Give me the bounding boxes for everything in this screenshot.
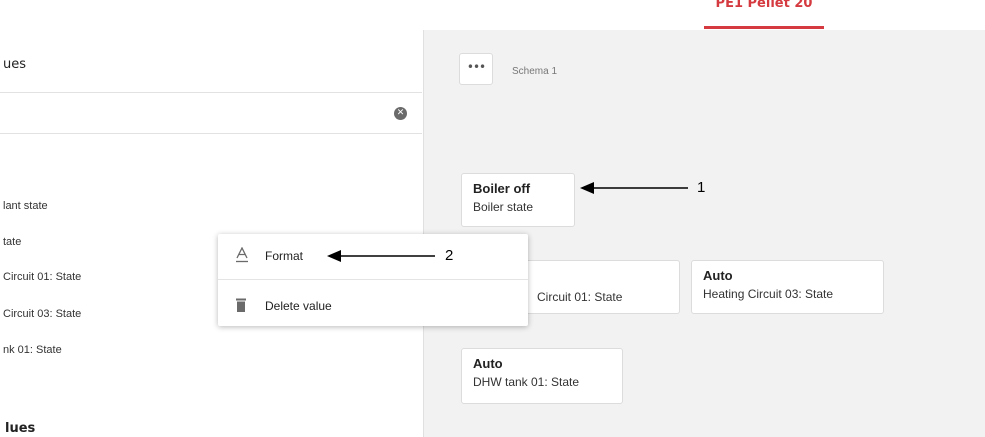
card-value: Auto bbox=[703, 268, 733, 283]
section-title: lues bbox=[5, 421, 36, 436]
value-card-dhw-tank[interactable]: Auto DHW tank 01: State bbox=[461, 348, 623, 404]
panel-title: ues bbox=[3, 57, 27, 72]
card-value: Boiler off bbox=[473, 181, 531, 196]
top-bar: PE1 Pellet 20 bbox=[0, 0, 985, 31]
value-card-circuit-03[interactable]: Auto Heating Circuit 03: State bbox=[691, 260, 884, 314]
list-item[interactable]: Circuit 03: State bbox=[3, 308, 81, 320]
value-card-boiler-state[interactable]: Boiler off Boiler state bbox=[461, 173, 575, 227]
callout-arrow-2 bbox=[327, 250, 435, 262]
trash-icon bbox=[235, 297, 249, 313]
callout-number-2: 2 bbox=[445, 247, 454, 264]
menu-item-label: Format bbox=[265, 249, 304, 263]
callout-arrow-1 bbox=[580, 182, 688, 194]
schema-name: Schema 1 bbox=[512, 66, 558, 77]
list-item[interactable]: tate bbox=[3, 236, 21, 248]
value-card-circuit-01[interactable]: Circuit 01: State bbox=[504, 260, 680, 314]
card-label: Boiler state bbox=[473, 200, 534, 214]
card-value: Auto bbox=[473, 356, 503, 371]
list-item[interactable]: nk 01: State bbox=[3, 344, 62, 356]
clear-circle-icon[interactable]: ✕ bbox=[394, 107, 407, 120]
card-label: Circuit 01: State bbox=[537, 290, 623, 304]
active-tab-indicator bbox=[704, 26, 824, 29]
more-options-button[interactable]: ••• bbox=[459, 53, 493, 85]
tab-device[interactable]: PE1 Pellet 20 bbox=[700, 0, 828, 18]
text-format-icon bbox=[235, 246, 249, 263]
list-item[interactable]: Circuit 01: State bbox=[3, 271, 81, 283]
callout-number-1: 1 bbox=[697, 179, 706, 196]
menu-divider bbox=[218, 279, 528, 280]
list-item[interactable]: lant state bbox=[3, 200, 48, 212]
search-input[interactable]: ✕ bbox=[0, 92, 422, 134]
menu-item-delete-value[interactable]: Delete value bbox=[218, 284, 528, 328]
card-label: Heating Circuit 03: State bbox=[703, 287, 834, 301]
menu-item-label: Delete value bbox=[265, 299, 332, 313]
card-label: DHW tank 01: State bbox=[473, 375, 580, 389]
